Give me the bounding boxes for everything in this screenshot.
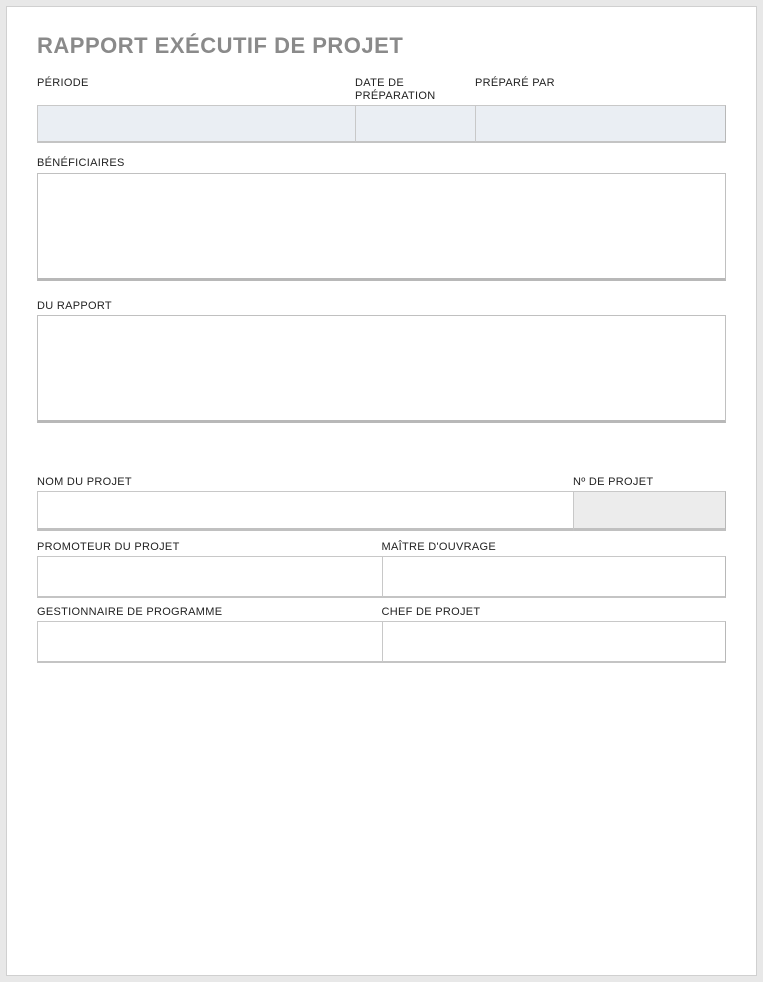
report-label: DU RAPPORT [37, 300, 726, 313]
sponsor-inputs-row [37, 556, 726, 598]
report-input[interactable] [37, 315, 726, 423]
project-manager-input[interactable] [382, 621, 727, 663]
program-manager-input[interactable] [37, 621, 382, 663]
beneficiaries-input[interactable] [37, 173, 726, 281]
manager-inputs-row [37, 621, 726, 663]
report-section: DU RAPPORT [37, 300, 726, 428]
project-manager-label: CHEF DE PROJET [382, 606, 727, 619]
sponsor-input[interactable] [37, 556, 382, 598]
page-title: RAPPORT EXÉCUTIF DE PROJET [37, 33, 726, 59]
project-number-input[interactable] [573, 491, 726, 531]
project-number-label: Nº DE PROJET [573, 476, 726, 489]
prep-date-input[interactable] [355, 105, 475, 143]
manager-labels-row: GESTIONNAIRE DE PROGRAMME CHEF DE PROJET [37, 606, 726, 621]
program-manager-label: GESTIONNAIRE DE PROGRAMME [37, 606, 382, 619]
prep-date-label: DATE DE PRÉPARATION [355, 77, 475, 103]
document-page: RAPPORT EXÉCUTIF DE PROJET PÉRIODE DATE … [6, 6, 757, 976]
project-name-label: NOM DU PROJET [37, 476, 573, 489]
header-labels-row: PÉRIODE DATE DE PRÉPARATION PRÉPARÉ PAR [37, 77, 726, 105]
prepared-by-input[interactable] [475, 105, 726, 143]
beneficiaries-label: BÉNÉFICIAIRES [37, 157, 726, 170]
project-inputs-row [37, 491, 726, 531]
period-input[interactable] [37, 105, 355, 143]
project-name-input[interactable] [37, 491, 573, 531]
project-labels-row: NOM DU PROJET Nº DE PROJET [37, 476, 726, 491]
sponsor-label: PROMOTEUR DU PROJET [37, 541, 382, 554]
owner-input[interactable] [382, 556, 727, 598]
sponsor-labels-row: PROMOTEUR DU PROJET MAÎTRE D'OUVRAGE [37, 541, 726, 556]
owner-label: MAÎTRE D'OUVRAGE [382, 541, 727, 554]
prepared-by-label: PRÉPARÉ PAR [475, 77, 726, 90]
period-label: PÉRIODE [37, 77, 355, 90]
header-inputs-row [37, 105, 726, 143]
beneficiaries-section: BÉNÉFICIAIRES [37, 157, 726, 285]
